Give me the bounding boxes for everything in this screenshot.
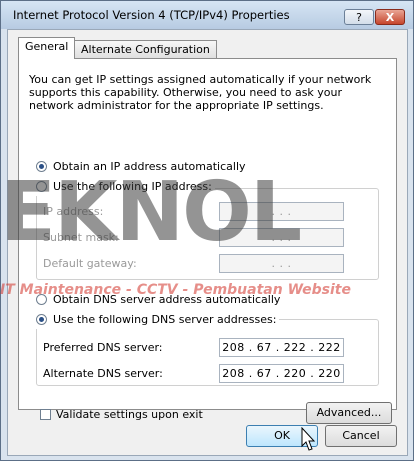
dns-auto-label: Obtain DNS server address automatically [53, 293, 281, 306]
dialog-window: Internet Protocol Version 4 (TCP/IPv4) P… [0, 0, 414, 461]
subnet-mask-field[interactable]: . . . [219, 228, 344, 247]
help-button[interactable]: ? [344, 9, 374, 25]
alternate-dns-field[interactable]: 208 . 67 . 220 . 220 [219, 364, 344, 383]
dns-manual-option[interactable]: Use the following DNS server addresses: [36, 313, 280, 329]
preferred-dns-label: Preferred DNS server: [43, 341, 163, 354]
validate-label: Validate settings upon exit [56, 408, 203, 421]
validate-checkbox[interactable] [40, 409, 51, 420]
dns-auto-radio[interactable] [36, 294, 47, 305]
ip-auto-label: Obtain an IP address automatically [53, 160, 246, 173]
cancel-button[interactable]: Cancel [325, 425, 397, 447]
close-button[interactable]: X [375, 9, 405, 25]
ip-manual-label: Use the following IP address: [53, 180, 212, 193]
default-gateway-label: Default gateway: [43, 257, 137, 270]
window-title: Internet Protocol Version 4 (TCP/IPv4) P… [13, 8, 290, 22]
mouse-cursor-icon [301, 427, 316, 451]
ip-auto-option[interactable]: Obtain an IP address automatically [36, 160, 246, 176]
ip-manual-option[interactable]: Use the following IP address: [36, 180, 215, 196]
preferred-dns-field[interactable]: 208 . 67 . 222 . 222 [219, 338, 344, 357]
subnet-mask-label: Subnet mask: [43, 231, 119, 244]
dns-manual-radio[interactable] [36, 314, 47, 325]
validate-option[interactable]: Validate settings upon exit [40, 408, 203, 424]
default-gateway-field[interactable]: . . . [219, 254, 344, 273]
advanced-button[interactable]: Advanced... [306, 402, 392, 424]
title-bar[interactable]: Internet Protocol Version 4 (TCP/IPv4) P… [1, 1, 413, 29]
dialog-client-area: General Alternate Configuration You can … [7, 29, 408, 456]
alternate-dns-label: Alternate DNS server: [43, 367, 163, 380]
dns-manual-label: Use the following DNS server addresses: [53, 313, 277, 326]
tab-general[interactable]: General [18, 37, 76, 59]
ip-address-field[interactable]: . . . [219, 202, 344, 221]
ip-manual-radio[interactable] [36, 181, 47, 192]
dns-auto-option[interactable]: Obtain DNS server address automatically [36, 293, 280, 309]
ip-auto-radio[interactable] [36, 161, 47, 172]
description-text: You can get IP settings assigned automat… [29, 73, 372, 112]
ip-address-label: IP address: [43, 205, 104, 218]
tab-alternate-configuration[interactable]: Alternate Configuration [74, 40, 217, 59]
general-panel: You can get IP settings assigned automat… [18, 58, 397, 424]
